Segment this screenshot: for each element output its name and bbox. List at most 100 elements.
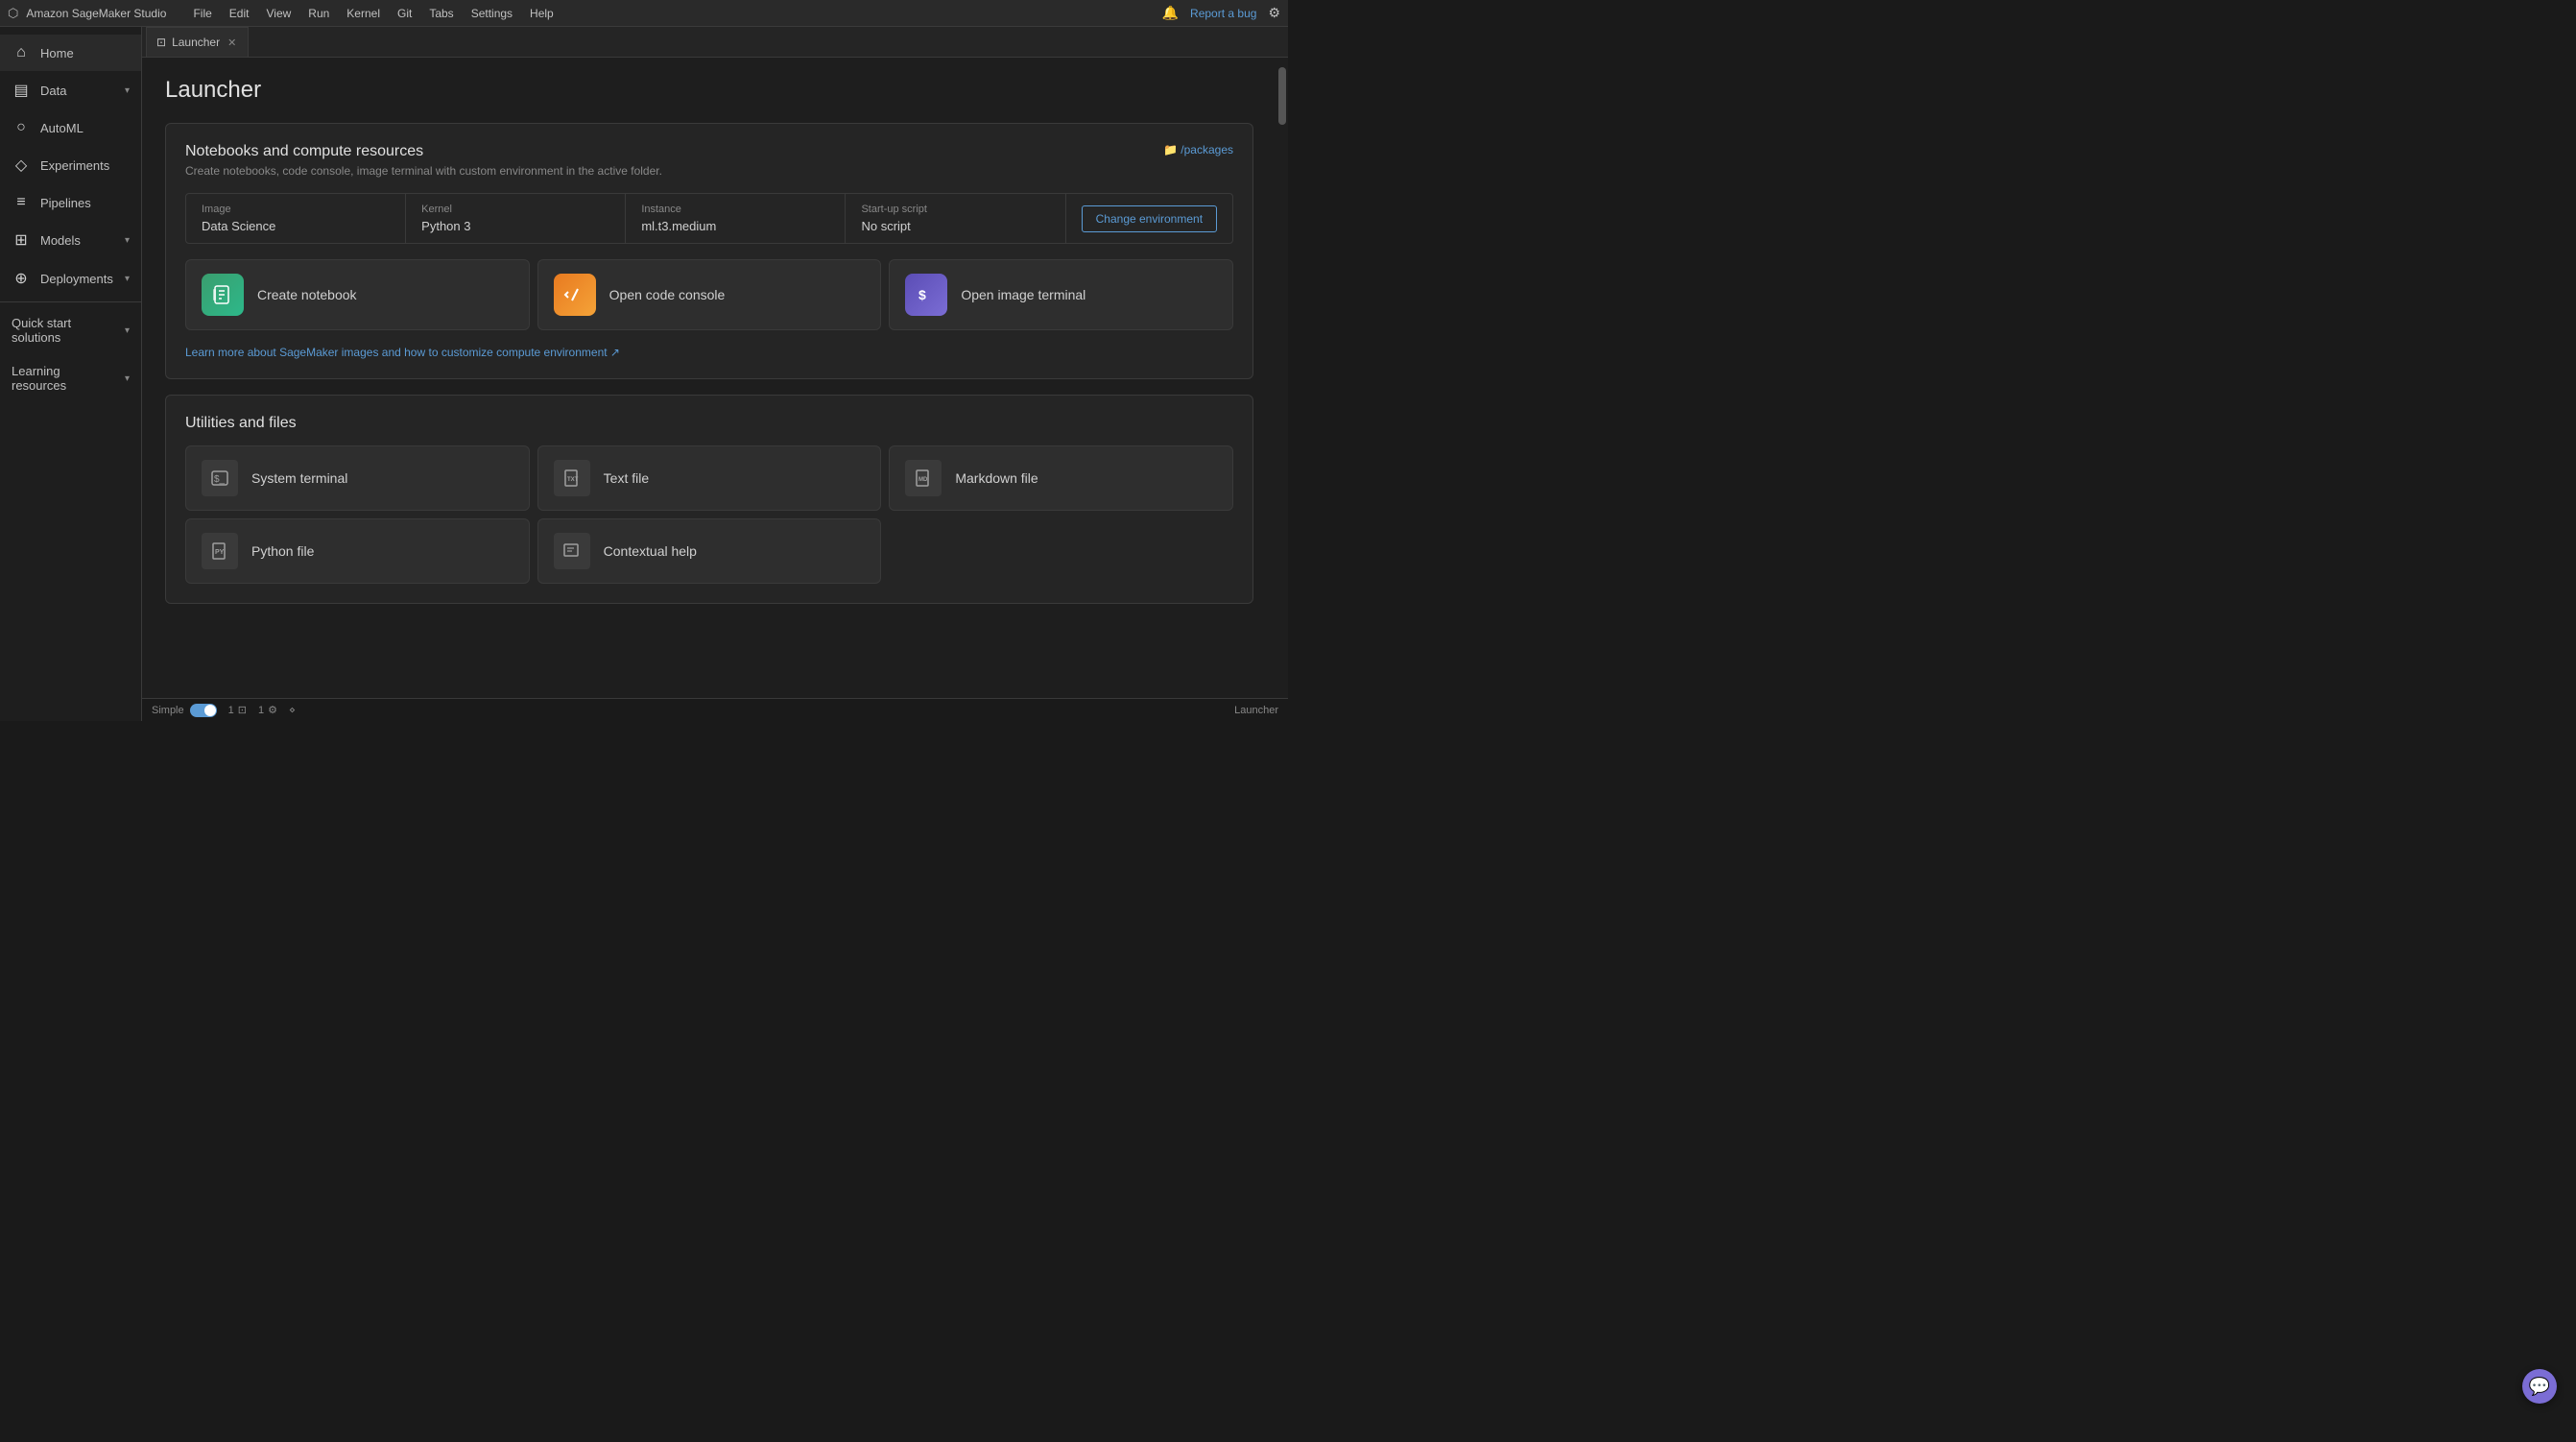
git-status: ⋄: [289, 704, 296, 716]
env-kernel: Kernel Python 3: [406, 194, 626, 243]
sidebar-label-automl: AutoML: [40, 121, 83, 135]
learn-more-link[interactable]: Learn more about SageMaker images and ho…: [185, 346, 1233, 359]
page-title: Launcher: [165, 77, 1253, 104]
sidebar-item-quickstart[interactable]: Quick start solutions ▾: [0, 306, 141, 354]
system-terminal-card[interactable]: $_ System terminal: [185, 445, 530, 511]
env-instance-value: ml.t3.medium: [641, 219, 829, 233]
env-image: Image Data Science: [186, 194, 406, 243]
settings-status-icon: ⚙: [268, 704, 277, 716]
data-icon: ▤: [12, 81, 31, 100]
launcher-tab[interactable]: ⊡ Launcher ✕: [146, 27, 249, 57]
chat-bubble-button[interactable]: 💬: [2522, 1369, 2557, 1404]
sidebar-item-experiments[interactable]: ◇ Experiments: [0, 146, 141, 184]
env-image-label: Image: [202, 204, 390, 215]
notebooks-section-title: Notebooks and compute resources: [185, 143, 662, 160]
home-icon: ⌂: [12, 44, 31, 61]
sidebar-item-data[interactable]: ▤ Data ▾: [0, 71, 141, 109]
text-file-card[interactable]: TXT Text file: [537, 445, 882, 511]
status-bar-right-label: Launcher: [1234, 705, 1278, 716]
mode-label: Simple: [152, 705, 184, 716]
count2-value: 1: [258, 705, 264, 716]
create-notebook-icon: [202, 274, 244, 316]
status-count1: 1 ⊡: [228, 704, 247, 716]
sidebar-label-home: Home: [40, 46, 74, 60]
experiments-icon: ◇: [12, 156, 31, 175]
sidebar-item-learning[interactable]: Learning resources ▾: [0, 354, 141, 402]
app-logo: ⬡: [8, 6, 18, 21]
menu-tabs[interactable]: Tabs: [421, 4, 461, 23]
tab-close-button[interactable]: ✕: [226, 36, 238, 49]
sidebar-label-pipelines: Pipelines: [40, 196, 91, 210]
menu-help[interactable]: Help: [522, 4, 561, 23]
open-image-terminal-card[interactable]: $ Open image terminal: [889, 259, 1233, 330]
menu-kernel[interactable]: Kernel: [339, 4, 388, 23]
menu-edit[interactable]: Edit: [222, 4, 257, 23]
sidebar-label-deployments: Deployments: [40, 272, 113, 286]
create-notebook-card[interactable]: Create notebook: [185, 259, 530, 330]
scrollbar-thumb[interactable]: [1278, 67, 1286, 125]
change-environment-button[interactable]: Change environment: [1082, 205, 1217, 232]
svg-text:PY: PY: [215, 549, 225, 556]
system-terminal-icon: $_: [202, 460, 238, 496]
utilities-section-title: Utilities and files: [185, 415, 1233, 432]
count1-value: 1: [228, 705, 234, 716]
notebook-svg-icon: [211, 283, 234, 306]
sidebar-item-automl[interactable]: ○ AutoML: [0, 109, 141, 146]
kernel-status-icon: ⊡: [238, 704, 247, 716]
markdown-file-label: Markdown file: [955, 470, 1038, 486]
automl-icon: ○: [12, 119, 31, 136]
sidebar-item-deployments[interactable]: ⊕ Deployments ▾: [0, 259, 141, 298]
open-image-terminal-icon: $: [905, 274, 947, 316]
mode-toggle[interactable]: [190, 704, 217, 717]
menu-bar: ⬡ Amazon SageMaker Studio File Edit View…: [0, 0, 1288, 27]
terminal-svg-icon: $: [915, 283, 938, 306]
menu-settings[interactable]: Settings: [464, 4, 520, 23]
mode-toggle-wrap: Simple: [152, 704, 217, 717]
sidebar-label-quickstart: Quick start solutions: [12, 316, 115, 345]
contextual-help-card[interactable]: Contextual help: [537, 518, 882, 584]
contextual-help-icon: [554, 533, 590, 569]
python-file-card[interactable]: PY Python file: [185, 518, 530, 584]
sidebar-item-models[interactable]: ⊞ Models ▾: [0, 221, 141, 259]
chevron-down-icon-models: ▾: [125, 235, 130, 246]
sidebar-label-learning: Learning resources: [12, 364, 115, 393]
svg-text:TXT: TXT: [567, 477, 579, 483]
environment-row: Image Data Science Kernel Python 3 Insta…: [185, 193, 1233, 244]
open-code-console-icon: [554, 274, 596, 316]
create-notebook-label: Create notebook: [257, 287, 357, 302]
markdown-file-icon: MD: [905, 460, 942, 496]
menu-git[interactable]: Git: [390, 4, 419, 23]
settings-gear-icon[interactable]: ⚙: [1268, 5, 1280, 21]
menu-run[interactable]: Run: [300, 4, 337, 23]
action-cards: Create notebook Open code console: [185, 259, 1233, 330]
report-bug-link[interactable]: Report a bug: [1190, 7, 1256, 20]
menu-file[interactable]: File: [185, 4, 219, 23]
sidebar-item-pipelines[interactable]: ≡ Pipelines: [0, 184, 141, 221]
tab-bar: ⊡ Launcher ✕: [142, 27, 1288, 58]
packages-link[interactable]: 📁 /packages: [1163, 143, 1233, 156]
system-terminal-label: System terminal: [251, 470, 347, 486]
sidebar-divider: [0, 301, 141, 302]
tab-launcher-icon: ⊡: [156, 36, 166, 49]
main-layout: ⌂ Home ▤ Data ▾ ○ AutoML ◇ Experiments ≡…: [0, 27, 1288, 721]
content-area: Launcher Notebooks and compute resources…: [142, 58, 1276, 698]
env-instance-label: Instance: [641, 204, 829, 215]
sidebar-item-home[interactable]: ⌂ Home: [0, 35, 141, 71]
notebooks-section: Notebooks and compute resources Create n…: [165, 123, 1253, 379]
env-startup-label: Start-up script: [861, 204, 1049, 215]
status-count2: 1 ⚙: [258, 704, 277, 716]
tab-launcher-label: Launcher: [172, 36, 220, 49]
open-code-console-card[interactable]: Open code console: [537, 259, 882, 330]
menu-view[interactable]: View: [258, 4, 298, 23]
env-kernel-value: Python 3: [421, 219, 609, 233]
notebooks-section-header: Notebooks and compute resources Create n…: [185, 143, 1233, 178]
scrollbar[interactable]: [1276, 58, 1288, 698]
notification-icon[interactable]: 🔔: [1162, 5, 1179, 21]
markdown-file-card[interactable]: MD Markdown file: [889, 445, 1233, 511]
python-file-label: Python file: [251, 543, 314, 559]
console-svg-icon: [563, 283, 586, 306]
env-change-button-wrap: Change environment: [1066, 194, 1232, 243]
svg-text:MD: MD: [918, 477, 928, 483]
svg-text:$: $: [918, 287, 926, 302]
utility-cards: $_ System terminal TXT: [185, 445, 1233, 584]
